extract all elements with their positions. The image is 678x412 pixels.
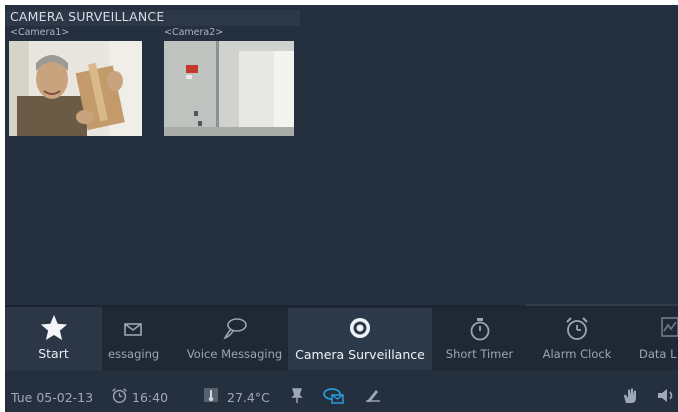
status-alarm-time: 16:40 bbox=[132, 390, 169, 405]
status-date: Tue 05-02-13 bbox=[11, 390, 94, 405]
hand-icon[interactable] bbox=[622, 387, 639, 407]
dock-item-data-logger[interactable]: Data L bbox=[627, 308, 678, 370]
status-bar: Tue 05-02-13 16:40 27.4°C bbox=[5, 378, 678, 412]
camera2-feed[interactable] bbox=[164, 41, 294, 136]
dock-item-camera-surveillance[interactable]: Camera Surveillance bbox=[288, 308, 432, 370]
dock-item-voice-messaging[interactable]: Voice Messaging bbox=[173, 308, 296, 370]
dock-item-label: essaging bbox=[108, 347, 160, 361]
camera2-label: <Camera2> bbox=[164, 27, 224, 38]
app-dock: essaging Voice Messaging Camera Surveill… bbox=[5, 308, 678, 370]
stopwatch-icon bbox=[468, 316, 492, 345]
dock-item-alarm-clock[interactable]: Alarm Clock bbox=[527, 308, 627, 370]
star-icon bbox=[39, 313, 69, 346]
alarm-clock-icon bbox=[111, 387, 128, 407]
edit-off-icon[interactable] bbox=[365, 387, 381, 406]
app-screen: CAMERA SURVEILLANCE <Camera1> <Camera2> bbox=[5, 5, 678, 412]
new-message-icon[interactable] bbox=[323, 387, 345, 408]
dock-item-label: Alarm Clock bbox=[542, 347, 612, 361]
camera-lens-icon bbox=[348, 316, 372, 343]
dock-item-label: Camera Surveillance bbox=[295, 347, 425, 362]
alarm-clock-icon bbox=[564, 316, 590, 345]
dock-item-label: Data L bbox=[639, 347, 677, 361]
speech-bubble-icon bbox=[222, 316, 248, 343]
camera1-feed[interactable] bbox=[9, 41, 142, 136]
envelope-icon bbox=[122, 316, 144, 341]
data-logger-icon bbox=[660, 316, 678, 341]
status-temperature: 27.4°C bbox=[227, 390, 270, 405]
dock-edge-highlight bbox=[525, 304, 678, 306]
page-title: CAMERA SURVEILLANCE bbox=[10, 9, 165, 24]
start-label: Start bbox=[38, 346, 69, 361]
thermometer-icon bbox=[203, 387, 219, 406]
dock-item-label: Voice Messaging bbox=[186, 347, 283, 361]
dock-item-label: Short Timer bbox=[445, 347, 514, 361]
speaker-icon[interactable] bbox=[657, 388, 677, 406]
dock-item-short-timer[interactable]: Short Timer bbox=[432, 308, 527, 370]
camera1-label: <Camera1> bbox=[10, 27, 70, 38]
start-button[interactable]: Start bbox=[5, 307, 102, 370]
pin-icon[interactable] bbox=[291, 388, 303, 407]
